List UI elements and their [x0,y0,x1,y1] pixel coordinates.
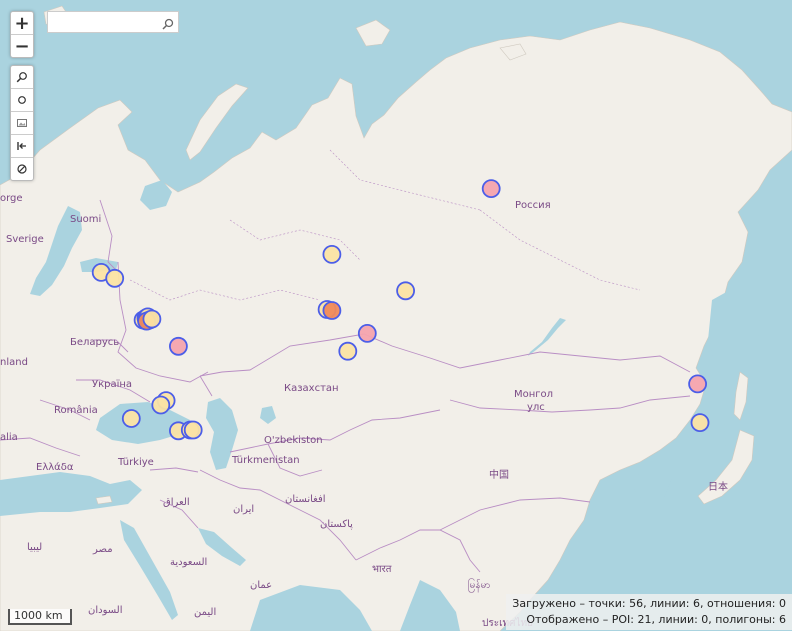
poi-marker[interactable] [357,323,377,343]
search-input[interactable] [48,14,164,33]
label-japan: 日本 [708,480,728,493]
zoom-out-button[interactable]: − [11,35,33,57]
poi-marker[interactable] [690,413,710,433]
label-belarus: Беларусь [70,337,119,348]
poi-marker[interactable] [322,244,342,264]
label-saudi: السعودية [170,557,207,568]
clear-button[interactable] [11,158,33,180]
label-norge: orge [0,193,23,204]
poi-marker[interactable] [142,309,162,329]
label-afghanistan: افغانستان [285,494,326,505]
stats-shown: Отображено – POI: 21, линии: 0, полигоны… [526,613,786,626]
label-kazakhstan: Казахстан [284,383,339,394]
image-icon [16,114,28,133]
label-mongol-2: улс [527,402,545,413]
search-icon[interactable] [162,15,174,34]
label-sudan: السودان [88,605,123,616]
search-box[interactable] [47,11,179,33]
first-button[interactable] [11,135,33,158]
stats-panel: Загружено – точки: 56, линии: 6, отношен… [506,594,792,630]
stats-loaded: Загружено – точки: 56, линии: 6, отношен… [512,597,786,610]
export-image-button[interactable] [11,112,33,135]
label-china: 中国 [489,468,509,481]
poi-marker[interactable] [183,420,203,440]
label-uzbekiston: O'zbekiston [264,435,323,446]
label-suomi: Suomi [70,214,101,225]
poi-marker[interactable] [322,301,342,320]
label-india: भारत [372,564,392,575]
poi-marker[interactable] [396,281,416,301]
label-ellada: Ελλάδα [36,461,74,473]
label-italia: alia [0,432,18,443]
circle-icon [16,91,28,110]
label-romania: România [54,404,98,416]
poi-marker[interactable] [688,374,707,394]
label-turkiye: Türkiye [117,457,154,468]
no-entry-icon [16,160,28,179]
label-sverige: Sverige [6,234,44,245]
magnifier-button[interactable] [11,66,33,89]
label-russia: Россия [515,200,551,211]
poi-marker[interactable] [105,268,125,288]
label-pakistan: پاکستان [320,519,353,530]
label-iraq: العراق [163,497,190,508]
label-myanmar: မြန်မာ [468,577,490,593]
poi-marker[interactable] [151,395,171,415]
zoom-control: + − [10,11,34,58]
map-base: Россия Suomi Sverige orge Беларусь Украї… [0,0,792,631]
label-turkmenistan: Türkmenistan [231,455,300,466]
label-oman: عمان [250,580,272,591]
label-egypt: مصر [92,544,113,555]
label-iran: ایران [233,504,254,515]
locate-button[interactable] [11,89,33,112]
tool-control [10,65,34,181]
poi-marker[interactable] [168,336,188,356]
arrow-left-bar-icon [16,137,28,156]
label-ukraina: Україна [92,379,132,390]
zoom-in-button[interactable]: + [11,12,33,35]
scale-bar: 1000 km [8,609,72,625]
label-yemen: اليمن [194,607,216,618]
map-canvas[interactable]: Россия Suomi Sverige orge Беларусь Украї… [0,0,792,631]
scale-label: 1000 km [14,609,63,622]
magnifier-icon [16,68,28,87]
label-libya: ليبيا [27,542,42,553]
poi-marker[interactable] [481,179,501,199]
label-finland-hint: nland [0,357,28,368]
poi-marker[interactable] [338,341,358,361]
label-mongol-1: Монгол [514,389,553,400]
poi-marker[interactable] [121,409,141,428]
